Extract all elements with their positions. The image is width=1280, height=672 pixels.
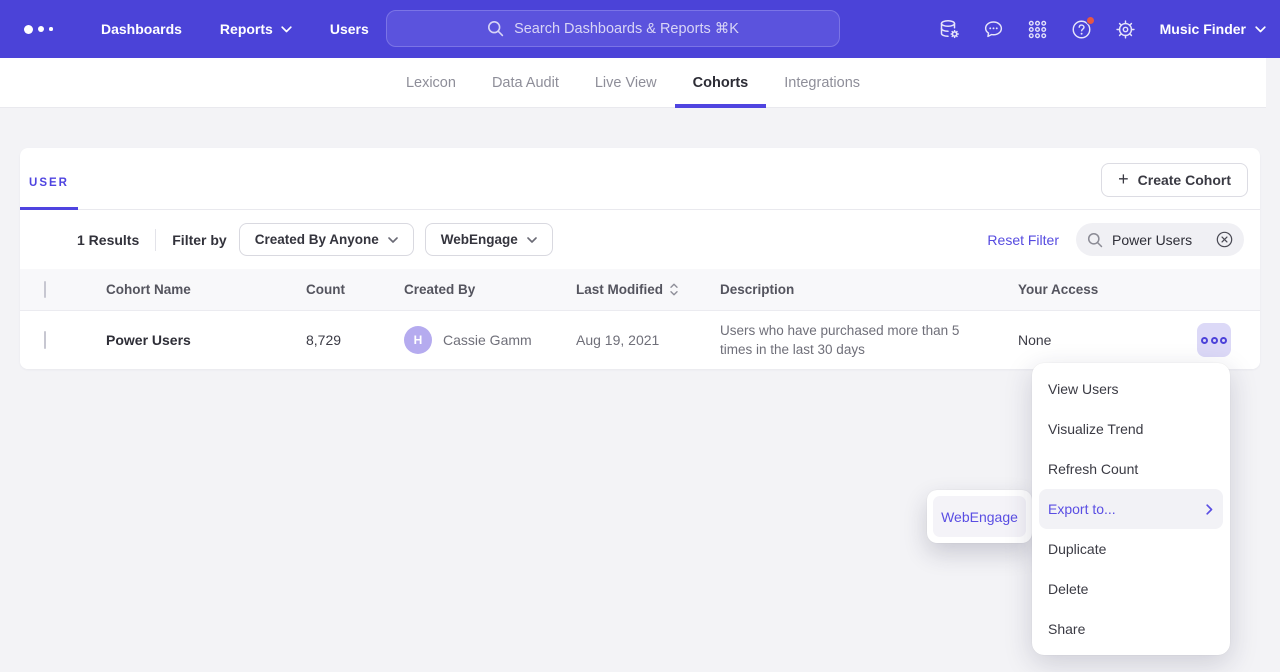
search-icon xyxy=(1087,232,1103,248)
webengage-filter-dropdown[interactable]: WebEngage xyxy=(425,223,553,256)
page-content: USER + Create Cohort 1 Results Filter by… xyxy=(0,108,1280,369)
tab-cohorts[interactable]: Cohorts xyxy=(675,58,767,108)
cohort-search-input[interactable]: Power Users xyxy=(1076,223,1244,256)
secondary-nav: Lexicon Data Audit Live View Cohorts Int… xyxy=(0,58,1266,108)
clear-search-icon[interactable] xyxy=(1216,231,1233,248)
chevron-down-icon xyxy=(281,26,292,33)
col-description: Description xyxy=(720,282,1018,297)
created-by-filter-value: Created By Anyone xyxy=(255,232,379,247)
mixpanel-logo[interactable] xyxy=(24,25,70,34)
cohort-name[interactable]: Power Users xyxy=(86,332,286,348)
card-header: USER + Create Cohort xyxy=(20,148,1260,210)
col-count: Count xyxy=(286,282,404,297)
sort-icon[interactable] xyxy=(670,283,678,296)
project-name: Music Finder xyxy=(1160,21,1246,37)
more-actions-button[interactable] xyxy=(1197,323,1231,357)
tab-integrations[interactable]: Integrations xyxy=(766,58,878,108)
table-row[interactable]: Power Users 8,729 H Cassie Gamm Aug 19, … xyxy=(20,311,1260,369)
col-last-modified: Last Modified xyxy=(576,282,720,297)
global-search-placeholder: Search Dashboards & Reports ⌘K xyxy=(514,21,739,37)
chevron-down-icon xyxy=(527,237,537,243)
row-actions-cell xyxy=(1178,323,1260,357)
chevron-right-icon xyxy=(1206,504,1213,515)
tab-live-view-label: Live View xyxy=(595,75,657,91)
nav-dashboards[interactable]: Dashboards xyxy=(82,0,201,58)
avatar: H xyxy=(404,326,432,354)
table-header: Cohort Name Count Created By Last Modifi… xyxy=(20,269,1260,311)
results-count: 1 Results xyxy=(77,232,139,248)
filter-toolbar: 1 Results Filter by Created By Anyone We… xyxy=(20,210,1260,269)
plus-icon: + xyxy=(1118,170,1129,188)
tab-live-view[interactable]: Live View xyxy=(577,58,675,108)
menu-item-duplicate[interactable]: Duplicate xyxy=(1032,529,1230,569)
webengage-filter-value: WebEngage xyxy=(441,232,518,247)
search-icon xyxy=(487,20,504,37)
tab-data-audit[interactable]: Data Audit xyxy=(474,58,577,108)
menu-item-export-to-label: Export to... xyxy=(1048,501,1116,517)
menu-item-view-users[interactable]: View Users xyxy=(1032,369,1230,409)
context-menu: View Users Visualize Trend Refresh Count… xyxy=(1032,363,1230,655)
data-management-icon[interactable] xyxy=(930,9,970,49)
help-icon[interactable] xyxy=(1062,9,1102,49)
tab-data-audit-label: Data Audit xyxy=(492,75,559,91)
logo-dot xyxy=(49,27,53,31)
divider xyxy=(155,229,156,251)
cohort-search-value: Power Users xyxy=(1112,232,1207,248)
nav-users-label: Users xyxy=(330,21,369,37)
select-all-checkbox[interactable] xyxy=(44,281,46,298)
global-search-input[interactable]: Search Dashboards & Reports ⌘K xyxy=(386,10,840,47)
topbar-actions: Music Finder xyxy=(930,0,1266,58)
primary-nav: Dashboards Reports Users xyxy=(82,0,388,58)
cohorts-card: USER + Create Cohort 1 Results Filter by… xyxy=(20,148,1260,369)
notification-badge xyxy=(1086,16,1095,25)
your-access-value: None xyxy=(1018,332,1178,348)
tab-cohorts-label: Cohorts xyxy=(693,75,749,91)
menu-item-export-to[interactable]: Export to... xyxy=(1039,489,1223,529)
create-cohort-label: Create Cohort xyxy=(1138,172,1231,188)
create-cohort-button[interactable]: + Create Cohort xyxy=(1101,163,1248,197)
row-checkbox[interactable] xyxy=(44,331,46,349)
tab-user-cohorts[interactable]: USER xyxy=(20,155,78,210)
col-your-access: Your Access xyxy=(1018,282,1178,297)
nav-reports[interactable]: Reports xyxy=(201,0,311,58)
chevron-down-icon xyxy=(1255,26,1266,33)
ellipsis-dot xyxy=(1211,337,1218,344)
last-modified-date: Aug 19, 2021 xyxy=(576,332,720,348)
menu-item-visualize-trend[interactable]: Visualize Trend xyxy=(1032,409,1230,449)
menu-item-share[interactable]: Share xyxy=(1032,609,1230,649)
nav-reports-label: Reports xyxy=(220,21,273,37)
logo-dot xyxy=(24,25,33,34)
project-switcher[interactable]: Music Finder xyxy=(1160,21,1266,37)
ellipsis-dot xyxy=(1201,337,1208,344)
ellipsis-dot xyxy=(1220,337,1227,344)
tab-lexicon[interactable]: Lexicon xyxy=(388,58,474,108)
logo-dot xyxy=(38,26,44,32)
nav-users[interactable]: Users xyxy=(311,0,388,58)
header-checkbox-cell xyxy=(20,282,86,297)
nav-dashboards-label: Dashboards xyxy=(101,21,182,37)
menu-item-refresh-count[interactable]: Refresh Count xyxy=(1032,449,1230,489)
submenu-item-webengage[interactable]: WebEngage xyxy=(933,496,1026,537)
filter-by-label: Filter by xyxy=(172,232,226,248)
cohort-count: 8,729 xyxy=(286,332,404,348)
settings-gear-icon[interactable] xyxy=(1106,9,1146,49)
tab-lexicon-label: Lexicon xyxy=(406,75,456,91)
created-by-cell: H Cassie Gamm xyxy=(404,326,576,354)
tab-integrations-label: Integrations xyxy=(784,75,860,91)
row-checkbox-cell xyxy=(20,332,86,348)
messages-icon[interactable] xyxy=(974,9,1014,49)
apps-grid-icon[interactable] xyxy=(1018,9,1058,49)
col-last-modified-label: Last Modified xyxy=(576,282,663,297)
created-by-filter-dropdown[interactable]: Created By Anyone xyxy=(239,223,414,256)
reset-filter-link[interactable]: Reset Filter xyxy=(987,232,1059,248)
col-cohort-name: Cohort Name xyxy=(86,282,286,297)
export-submenu: WebEngage xyxy=(927,490,1032,543)
cohort-description: Users who have purchased more than 5 tim… xyxy=(720,321,1018,359)
topbar: Dashboards Reports Users Search Dashboar… xyxy=(0,0,1280,58)
col-created-by: Created By xyxy=(404,282,576,297)
creator-name: Cassie Gamm xyxy=(443,332,532,348)
chevron-down-icon xyxy=(388,237,398,243)
menu-item-delete[interactable]: Delete xyxy=(1032,569,1230,609)
